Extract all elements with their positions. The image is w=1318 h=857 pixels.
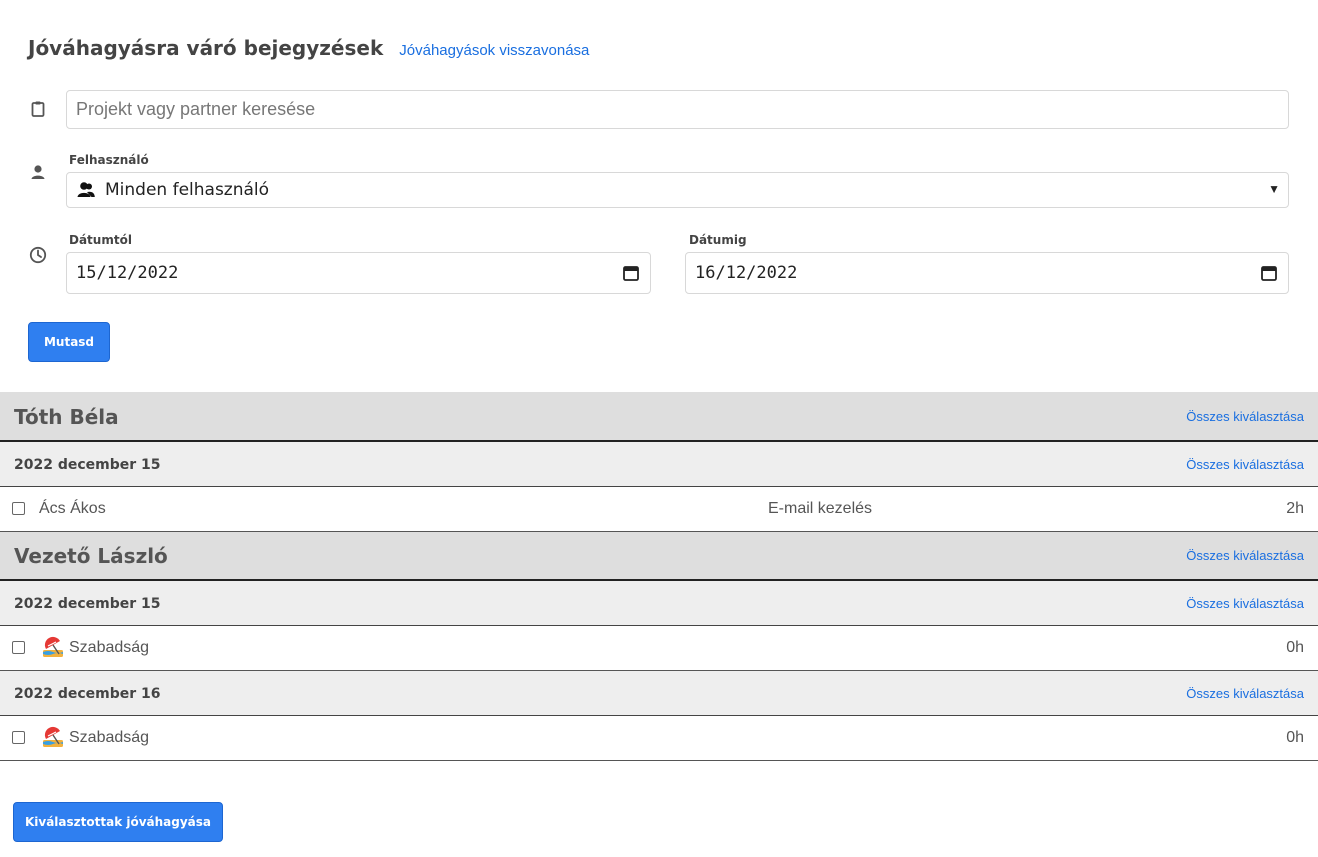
page-title: Jóváhagyásra váró bejegyzések	[28, 36, 384, 60]
user-label: Felhasználó	[69, 153, 149, 167]
date-from-value: 15/12/2022	[76, 263, 179, 283]
clipboard-icon	[29, 100, 47, 118]
date-to-input[interactable]: 16/12/2022	[685, 252, 1289, 294]
select-all-link[interactable]: Összes kiválasztása	[1186, 596, 1304, 611]
calendar-icon[interactable]	[622, 264, 640, 282]
beach-umbrella-icon	[42, 636, 64, 658]
date-to-value: 16/12/2022	[695, 263, 798, 283]
chevron-down-icon: ▼	[1268, 182, 1280, 196]
date-to-label: Dátumig	[689, 233, 747, 247]
beach-umbrella-icon	[42, 726, 64, 748]
select-all-link[interactable]: Összes kiválasztása	[1186, 686, 1304, 701]
calendar-icon[interactable]	[1260, 264, 1278, 282]
entry-row: Szabadság 0h	[0, 626, 1318, 671]
title-row: Jóváhagyásra váró bejegyzések Jóváhagyás…	[28, 36, 589, 60]
entry-row: Szabadság 0h	[0, 716, 1318, 761]
search-input[interactable]	[66, 90, 1289, 129]
select-all-link[interactable]: Összes kiválasztása	[1186, 548, 1304, 563]
clock-icon	[29, 246, 47, 264]
date-group-header: 2022 december 16 Összes kiválasztása	[0, 671, 1318, 716]
entry-name: Szabadság	[69, 639, 150, 656]
users-icon	[76, 180, 96, 200]
date-group-label: 2022 december 15	[14, 457, 161, 473]
entry-name: Ács Ákos	[39, 500, 106, 517]
date-from-label: Dátumtól	[69, 233, 132, 247]
select-all-link[interactable]: Összes kiválasztása	[1186, 409, 1304, 424]
date-group-label: 2022 december 16	[14, 686, 161, 702]
select-all-link[interactable]: Összes kiválasztása	[1186, 457, 1304, 472]
user-select-value: Minden felhasználó	[105, 180, 270, 200]
group-user-name: Vezető László	[14, 544, 168, 568]
entry-checkbox[interactable]	[12, 731, 25, 744]
entry-hours: 2h	[1286, 500, 1304, 517]
group-user-name: Tóth Béla	[14, 405, 119, 429]
entry-name: Szabadság	[69, 729, 150, 746]
user-icon	[29, 163, 47, 181]
entry-hours: 0h	[1286, 729, 1304, 746]
entry-row: Ács Ákos E-mail kezelés 2h	[0, 487, 1318, 532]
date-from-input[interactable]: 15/12/2022	[66, 252, 651, 294]
date-group-header: 2022 december 15 Összes kiválasztása	[0, 442, 1318, 487]
entry-task: E-mail kezelés	[768, 500, 873, 517]
date-group-label: 2022 december 15	[14, 596, 161, 612]
user-group-header: Vezető László Összes kiválasztása	[0, 532, 1318, 581]
user-select[interactable]: Minden felhasználó ▼	[66, 172, 1289, 208]
date-group-header: 2022 december 15 Összes kiválasztása	[0, 581, 1318, 626]
entry-checkbox[interactable]	[12, 502, 25, 515]
revoke-approvals-link[interactable]: Jóváhagyások visszavonása	[399, 42, 589, 59]
entry-hours: 0h	[1286, 639, 1304, 656]
approve-selected-button[interactable]: Kiválasztottak jóváhagyása	[13, 802, 223, 842]
show-button[interactable]: Mutasd	[28, 322, 110, 362]
user-group-header: Tóth Béla Összes kiválasztása	[0, 392, 1318, 442]
entry-checkbox[interactable]	[12, 641, 25, 654]
